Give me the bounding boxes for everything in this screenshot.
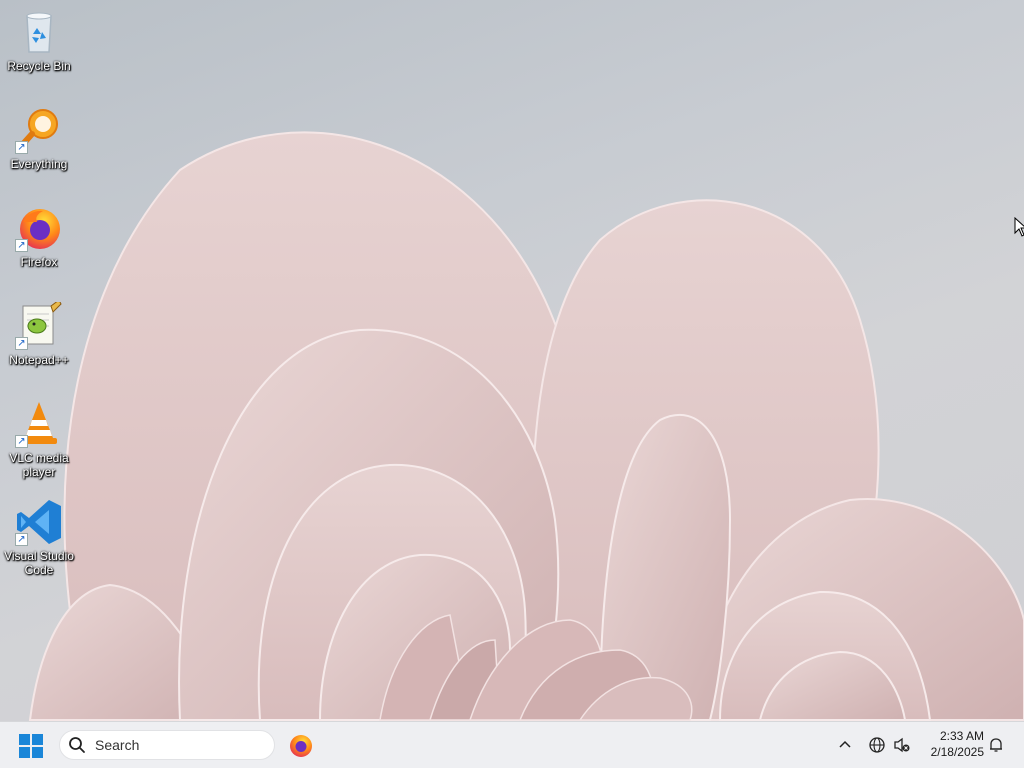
notepad-plus-plus-icon: ↗ bbox=[15, 299, 63, 350]
clock-time: 2:33 AM bbox=[939, 729, 984, 743]
shortcut-arrow-icon: ↗ bbox=[15, 239, 28, 252]
shortcut-arrow-icon: ↗ bbox=[15, 337, 28, 350]
clock-date: 2/18/2025 bbox=[930, 745, 984, 759]
firefox-icon bbox=[290, 735, 312, 757]
desktop-icon-label: Everything bbox=[10, 157, 68, 171]
vscode-icon: ↗ bbox=[15, 498, 63, 546]
firefox-icon: ↗ bbox=[15, 204, 63, 252]
desktop-icon-label: Recycle Bin bbox=[7, 59, 71, 73]
notifications-button[interactable] bbox=[986, 734, 1006, 756]
desktop-icon-vscode[interactable]: ↗ Visual Studio Code bbox=[2, 498, 76, 577]
desktop-icon-label: Firefox bbox=[20, 255, 58, 269]
search-placeholder: Search bbox=[95, 737, 140, 753]
desktop-icon-recycle-bin[interactable]: Recycle Bin bbox=[2, 8, 76, 73]
desktop-icon-firefox[interactable]: ↗ Firefox bbox=[2, 204, 76, 269]
desktop-icon-label: VLC media player bbox=[9, 451, 69, 479]
wallpaper-bloom bbox=[28, 131, 1024, 721]
shortcut-arrow-icon: ↗ bbox=[15, 141, 28, 154]
globe-icon bbox=[869, 737, 885, 753]
taskbar: Search 2:33 AM 2/18/2025 bbox=[0, 721, 1024, 768]
show-hidden-icons-button[interactable] bbox=[835, 734, 855, 756]
speaker-muted-icon bbox=[894, 737, 910, 753]
desktop[interactable]: Recycle Bin ↗ Everything ↗ Firefox ↗ Not… bbox=[0, 0, 1024, 721]
start-button[interactable] bbox=[14, 730, 48, 762]
desktop-icon-everything[interactable]: ↗ Everything bbox=[2, 106, 76, 171]
volume-button[interactable] bbox=[892, 734, 912, 756]
shortcut-arrow-icon: ↗ bbox=[15, 435, 28, 448]
desktop-icon-label: Notepad++ bbox=[9, 353, 69, 367]
desktop-icon-vlc[interactable]: ↗ VLC media player bbox=[2, 400, 76, 479]
taskbar-firefox-button[interactable] bbox=[286, 731, 316, 761]
windows-logo-icon bbox=[19, 734, 43, 758]
recycle-bin-icon bbox=[15, 8, 63, 56]
bell-icon bbox=[990, 738, 1002, 752]
desktop-icon-label: Visual Studio Code bbox=[4, 549, 74, 577]
taskbar-search-box[interactable]: Search bbox=[59, 730, 275, 760]
search-icon bbox=[69, 737, 85, 753]
vlc-icon: ↗ bbox=[15, 400, 63, 448]
clock[interactable]: 2:33 AM 2/18/2025 bbox=[920, 728, 984, 760]
shortcut-arrow-icon: ↗ bbox=[15, 533, 28, 546]
network-button[interactable] bbox=[867, 734, 887, 756]
desktop-icon-notepad-plus-plus[interactable]: ↗ Notepad++ bbox=[2, 299, 76, 367]
chevron-up-icon bbox=[839, 740, 851, 748]
mouse-pointer-icon bbox=[1014, 217, 1024, 237]
everything-search-icon: ↗ bbox=[15, 106, 63, 154]
